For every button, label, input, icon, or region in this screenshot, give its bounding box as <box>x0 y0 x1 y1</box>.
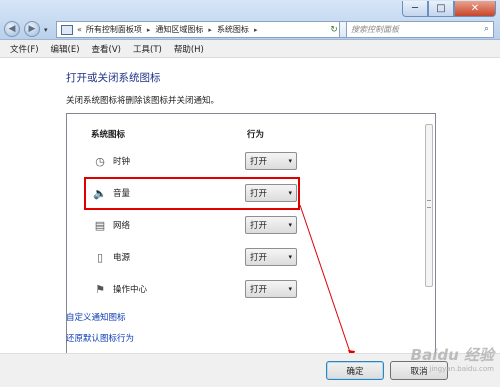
scrollbar[interactable] <box>425 124 433 287</box>
clock-icon: ◷ <box>95 154 105 168</box>
behavior-dropdown[interactable]: 打开 ▾ <box>245 280 297 298</box>
behavior-dropdown[interactable]: 打开 ▾ <box>245 248 297 266</box>
back-button[interactable]: ◀ <box>4 21 20 37</box>
menu-file[interactable]: 文件(F) <box>10 43 39 55</box>
menu-edit[interactable]: 编辑(E) <box>51 43 80 55</box>
window-controls: ─ □ ✕ <box>402 1 496 17</box>
forward-button[interactable]: ▶ <box>24 21 40 37</box>
breadcrumb-separator[interactable]: ▸ <box>147 26 151 34</box>
breadcrumb-overflow[interactable]: « <box>77 25 82 34</box>
list-item: ◷ 时钟 打开 ▾ <box>67 152 397 174</box>
refresh-icon[interactable]: ↻ <box>328 21 340 38</box>
customize-notification-link[interactable]: 自定义通知图标 <box>66 311 126 323</box>
column-header-icon: 系统图标 <box>91 130 126 140</box>
address-bar[interactable]: « 所有控制面板项 ▸ 通知区域图标 ▸ 系统图标 ▸ <box>56 21 340 38</box>
list-item: ▤ 网络 打开 ▾ <box>67 216 397 238</box>
menu-view[interactable]: 查看(V) <box>92 43 121 55</box>
chevron-down-icon: ▾ <box>288 221 292 229</box>
page-title: 打开或关闭系统图标 <box>66 72 161 84</box>
breadcrumb-item[interactable]: 通知区域图标 <box>155 24 203 35</box>
column-header-behavior: 行为 <box>247 130 265 140</box>
chevron-down-icon: ▾ <box>288 253 292 261</box>
close-button[interactable]: ✕ <box>454 1 496 17</box>
dropdown-value: 打开 <box>250 253 268 263</box>
behavior-dropdown[interactable]: 打开 ▾ <box>245 152 297 170</box>
volume-highlight-box <box>84 177 300 210</box>
restore-default-link[interactable]: 还原默认图标行为 <box>66 332 134 344</box>
list-item: ▯ 电源 打开 ▾ <box>67 248 397 270</box>
title-bar: ─ □ ✕ ◀ ▶ ▾ « 所有控制面板项 ▸ 通知区域图标 ▸ 系统图标 ▸ … <box>0 0 500 40</box>
row-label: 网络 <box>113 221 131 231</box>
row-label: 时钟 <box>113 157 131 167</box>
dropdown-value: 打开 <box>250 221 268 231</box>
search-placeholder: 搜索控制面板 <box>351 25 399 34</box>
dropdown-value: 打开 <box>250 285 268 295</box>
chevron-down-icon: ▾ <box>288 157 292 165</box>
minimize-button[interactable]: ─ <box>402 1 428 17</box>
search-input[interactable]: 搜索控制面板 ⌕ <box>346 21 494 38</box>
page-description: 关闭系统图标将删除该图标并关闭通知。 <box>66 96 220 106</box>
flag-icon: ⚑ <box>95 282 105 296</box>
row-label: 电源 <box>113 253 131 263</box>
scrollbar-grip[interactable] <box>427 200 431 208</box>
watermark-url: jingyan.baidu.com <box>429 365 494 373</box>
recent-pages-dropdown[interactable]: ▾ <box>44 26 48 34</box>
control-panel-icon <box>61 24 73 35</box>
row-label: 操作中心 <box>113 285 148 295</box>
breadcrumb-separator[interactable]: ▸ <box>208 26 212 34</box>
ok-button[interactable]: 确定 <box>326 361 384 380</box>
chevron-down-icon: ▾ <box>288 285 292 293</box>
behavior-dropdown[interactable]: 打开 ▾ <box>245 216 297 234</box>
dropdown-value: 打开 <box>250 157 268 167</box>
breadcrumb-separator[interactable]: ▸ <box>254 26 258 34</box>
breadcrumb-item[interactable]: 系统图标 <box>217 24 249 35</box>
power-icon: ▯ <box>96 250 104 264</box>
network-icon: ▤ <box>94 218 106 232</box>
maximize-button[interactable]: □ <box>428 1 454 17</box>
breadcrumb-item[interactable]: 所有控制面板项 <box>86 24 142 35</box>
search-icon[interactable]: ⌕ <box>484 24 489 34</box>
watermark-logo: Baidu 经验 <box>410 346 494 364</box>
list-item: ⚑ 操作中心 打开 ▾ <box>67 280 397 302</box>
menu-tools[interactable]: 工具(T) <box>133 43 162 55</box>
menu-bar: 文件(F) 编辑(E) 查看(V) 工具(T) 帮助(H) <box>0 40 500 58</box>
menu-help[interactable]: 帮助(H) <box>174 43 204 55</box>
